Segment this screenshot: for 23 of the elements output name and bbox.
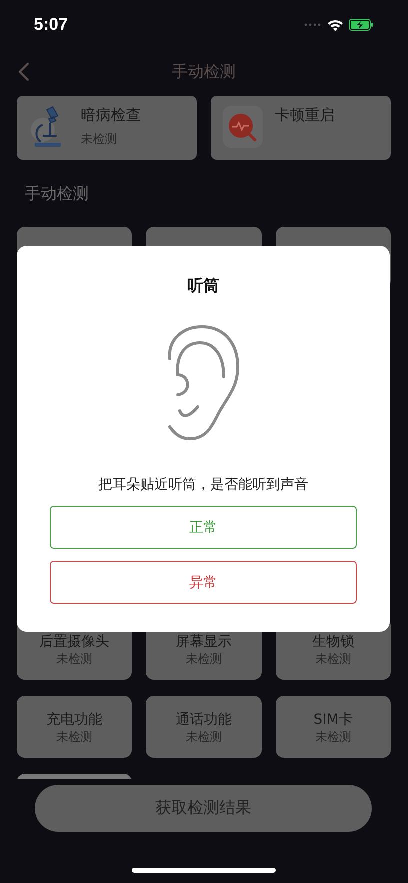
test-name: 通话功能: [176, 712, 232, 729]
answer-button[interactable]: 异常: [50, 561, 357, 604]
test-name: SIM卡: [314, 712, 353, 729]
pulse-search-icon: [223, 106, 263, 148]
card-title: 暗病检查: [81, 106, 141, 125]
status-time: 5:07: [34, 15, 68, 35]
wifi-icon: [327, 18, 344, 32]
get-results-button[interactable]: 获取检测结果: [35, 785, 372, 832]
check-card[interactable]: 卡顿重启: [211, 96, 391, 160]
dialog-title: 听筒: [188, 276, 220, 297]
section-title: 手动检测: [25, 183, 90, 205]
test-name: 屏幕显示: [176, 634, 232, 651]
test-name: 生物锁: [312, 634, 354, 651]
answer-button[interactable]: 正常: [50, 506, 357, 549]
page-title: 手动检测: [172, 62, 236, 82]
card-title: 卡顿重启: [275, 106, 335, 125]
battery-charging-icon: [349, 19, 374, 31]
back-icon[interactable]: [18, 62, 30, 82]
dialog-message: 把耳朵贴近听筒，是否能听到声音: [98, 476, 308, 494]
signal-dots-icon: [304, 23, 322, 27]
ear-icon: [166, 325, 242, 443]
test-name: 后置摄像头: [40, 634, 110, 651]
test-name: 充电功能: [46, 712, 103, 729]
